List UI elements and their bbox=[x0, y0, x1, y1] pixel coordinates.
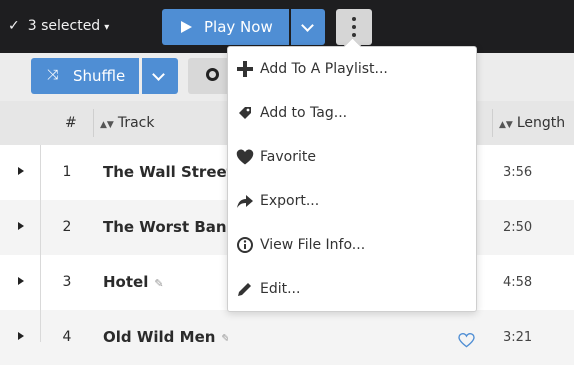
caret-down-icon: ▾ bbox=[104, 22, 110, 33]
menu-item-label: Favorite bbox=[260, 149, 316, 165]
shuffle-button[interactable]: ⤨ Shuffle bbox=[31, 58, 139, 94]
chevron-down-icon bbox=[301, 19, 314, 32]
shuffle-label: Shuffle bbox=[73, 67, 126, 85]
expand-row-icon[interactable] bbox=[18, 332, 24, 340]
track-title: The Wall Street Sh bbox=[103, 163, 228, 181]
chevron-down-icon bbox=[152, 68, 165, 81]
edit-pencil-icon[interactable]: ✎ bbox=[221, 311, 228, 366]
more-dot bbox=[352, 25, 356, 29]
info-icon bbox=[237, 237, 253, 253]
play-options-dropdown-button[interactable] bbox=[291, 9, 325, 45]
column-header-length-label: Length bbox=[516, 115, 566, 131]
track-length: 2:50 bbox=[503, 220, 533, 235]
sort-icon: ▲▼ bbox=[499, 120, 513, 130]
menu-item-label: Add to Tag... bbox=[260, 105, 348, 121]
track-length: 4:58 bbox=[503, 275, 533, 290]
column-divider bbox=[492, 109, 493, 137]
play-now-label: Play Now bbox=[204, 18, 273, 36]
track-number: 4 bbox=[62, 329, 72, 345]
menu-item-view-file-info[interactable]: View File Info... bbox=[228, 223, 476, 267]
menu-item-export[interactable]: Export... bbox=[228, 179, 476, 223]
track-number: 1 bbox=[62, 164, 72, 180]
share-arrow-icon bbox=[237, 195, 253, 208]
shuffle-icon: ⤨ bbox=[47, 67, 59, 83]
menu-item-label: Export... bbox=[260, 193, 320, 209]
track-title: Hotel bbox=[103, 273, 149, 291]
track-length: 3:56 bbox=[503, 165, 533, 180]
expand-row-icon[interactable] bbox=[18, 167, 24, 175]
expand-row-icon[interactable] bbox=[18, 277, 24, 285]
column-header-length[interactable]: ▲▼ Length bbox=[499, 101, 565, 147]
track-length: 3:21 bbox=[503, 330, 533, 345]
sort-icon: ▲▼ bbox=[100, 120, 114, 130]
more-actions-menu: Add To A Playlist... Add to Tag... Favor… bbox=[227, 46, 477, 312]
play-icon bbox=[181, 21, 192, 33]
track-title-cell: Old Wild Men ✎ bbox=[103, 310, 228, 366]
pencil-icon bbox=[238, 283, 251, 296]
checkmark-icon: ✓ bbox=[8, 18, 20, 34]
menu-item-favorite[interactable]: Favorite bbox=[228, 135, 476, 179]
track-number: 2 bbox=[62, 219, 72, 235]
menu-item-edit[interactable]: Edit... bbox=[228, 267, 476, 311]
column-divider bbox=[40, 145, 41, 342]
track-title: The Worst Band In bbox=[103, 218, 228, 236]
track-number: 3 bbox=[62, 274, 72, 290]
column-header-track[interactable]: ▲▼ Track bbox=[100, 101, 154, 147]
tag-icon bbox=[239, 107, 251, 119]
expand-row-icon[interactable] bbox=[18, 222, 24, 230]
more-dot bbox=[352, 17, 356, 21]
heart-icon bbox=[236, 149, 254, 165]
track-title-cell: Hotel ✎ bbox=[103, 255, 228, 311]
menu-item-label: Add To A Playlist... bbox=[260, 61, 388, 77]
heart-outline-icon[interactable] bbox=[458, 333, 475, 348]
menu-item-label: View File Info... bbox=[260, 237, 366, 253]
column-header-number[interactable]: # bbox=[65, 101, 77, 145]
column-header-track-label: Track bbox=[117, 115, 155, 131]
table-row[interactable]: 4 Old Wild Men ✎ 3:21 bbox=[0, 310, 574, 365]
play-now-button[interactable]: Play Now bbox=[162, 9, 289, 45]
column-divider bbox=[93, 109, 94, 137]
plus-icon bbox=[237, 61, 253, 77]
menu-item-add-to-tag[interactable]: Add to Tag... bbox=[228, 91, 476, 135]
menu-item-label: Edit... bbox=[260, 281, 301, 297]
edit-pencil-icon[interactable]: ✎ bbox=[154, 256, 163, 311]
menu-item-add-to-playlist[interactable]: Add To A Playlist... bbox=[228, 47, 476, 91]
shuffle-options-dropdown-button[interactable] bbox=[142, 58, 178, 94]
selection-dropdown[interactable]: ✓ 3 selected ▾ bbox=[8, 0, 109, 53]
track-title: Old Wild Men bbox=[103, 328, 216, 346]
selection-count: 3 selected bbox=[27, 18, 101, 34]
aperture-icon bbox=[206, 68, 219, 81]
more-dot bbox=[352, 33, 356, 37]
